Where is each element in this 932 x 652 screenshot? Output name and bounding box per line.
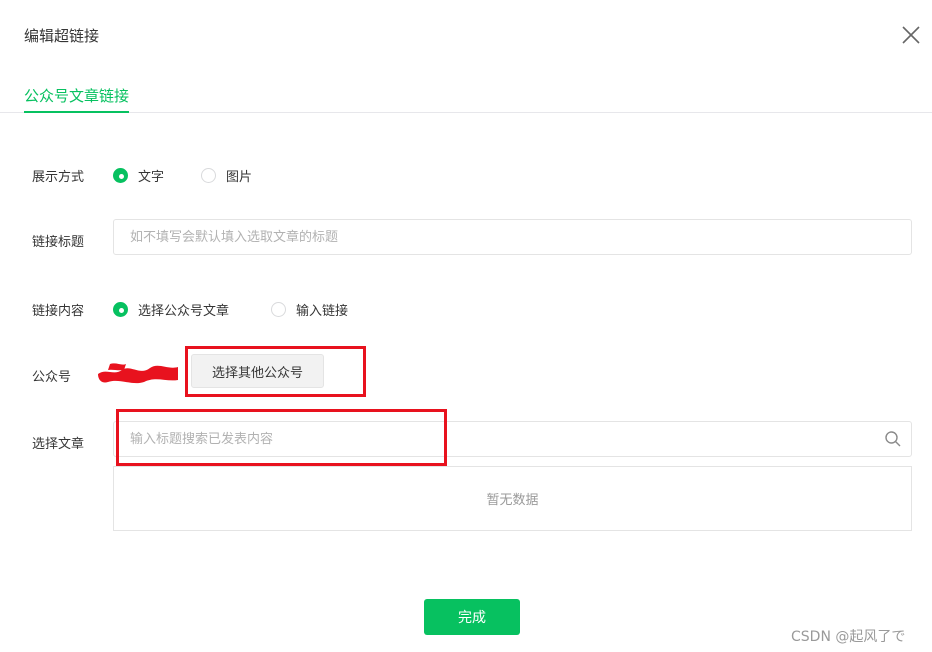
radio-input-link-label: 输入链接	[296, 304, 349, 319]
radio-unchecked-icon	[271, 302, 286, 317]
empty-result-panel: 暂无数据	[113, 466, 912, 531]
select-other-account-button[interactable]: 选择其他公众号	[191, 354, 324, 388]
empty-text: 暂无数据	[486, 493, 539, 508]
link-title-input[interactable]	[113, 219, 912, 255]
radio-image[interactable]: 图片	[201, 166, 252, 185]
radio-image-label: 图片	[226, 170, 253, 185]
radio-unchecked-icon	[201, 168, 216, 183]
select-article-label: 选择文章	[32, 437, 85, 452]
done-button[interactable]: 完成	[424, 599, 520, 635]
redacted-account-name	[96, 358, 180, 386]
tab-article-link[interactable]: 公众号文章链接	[24, 85, 130, 113]
article-search-input[interactable]	[113, 421, 912, 457]
radio-input-link[interactable]: 输入链接	[271, 300, 348, 319]
link-title-label: 链接标题	[32, 235, 85, 250]
radio-text-label: 文字	[138, 170, 165, 185]
radio-select-article[interactable]: 选择公众号文章	[113, 300, 229, 319]
radio-checked-icon	[113, 168, 128, 183]
radio-select-article-label: 选择公众号文章	[138, 304, 230, 319]
tab-bar: 公众号文章链接	[0, 85, 932, 113]
account-label: 公众号	[32, 370, 72, 385]
display-mode-label: 展示方式	[32, 170, 85, 185]
radio-checked-icon	[113, 302, 128, 317]
radio-text[interactable]: 文字	[113, 166, 164, 185]
close-icon[interactable]	[898, 22, 924, 48]
watermark: CSDN @起风了で	[791, 629, 906, 645]
dialog-title: 编辑超链接	[24, 27, 100, 45]
search-icon[interactable]	[884, 430, 902, 448]
link-content-label: 链接内容	[32, 304, 85, 319]
